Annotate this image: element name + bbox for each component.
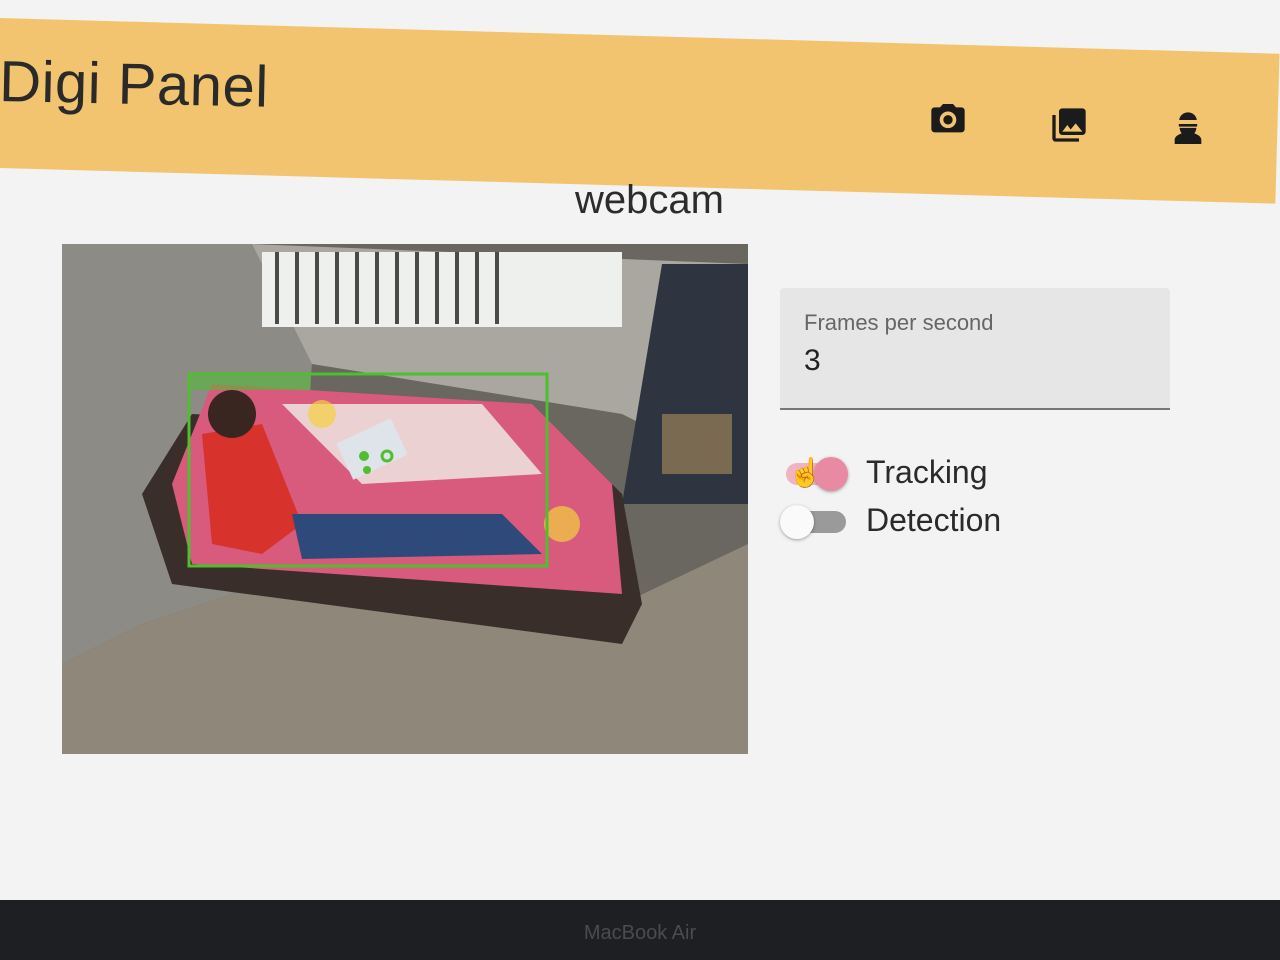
app-title: Digi Panel <box>0 48 270 120</box>
fps-label: Frames per second <box>804 310 994 335</box>
laptop-brand-label: MacBook Air <box>583 922 697 944</box>
tracking-toggle-row[interactable]: ☝ Tracking <box>780 450 988 494</box>
fps-input[interactable] <box>804 344 1104 378</box>
tracking-toggle[interactable]: ☝ <box>780 457 848 491</box>
detection-toggle-row[interactable]: Detection <box>780 498 1001 542</box>
camera-icon[interactable] <box>925 96 971 142</box>
webcam-feed <box>62 244 748 754</box>
gallery-icon[interactable] <box>1046 102 1092 148</box>
app-screen: Digi Panel webcam Frames per second 3 ☝ … <box>0 0 1280 900</box>
worker-icon[interactable] <box>1165 106 1211 152</box>
pointer-cursor-icon: ☝ <box>788 457 823 488</box>
fps-field[interactable]: Frames per second <box>780 288 1170 410</box>
page-title: webcam <box>575 178 724 222</box>
detection-toggle[interactable] <box>780 505 848 539</box>
detection-label: Detection <box>866 501 1002 538</box>
tracking-label: Tracking <box>866 453 988 490</box>
